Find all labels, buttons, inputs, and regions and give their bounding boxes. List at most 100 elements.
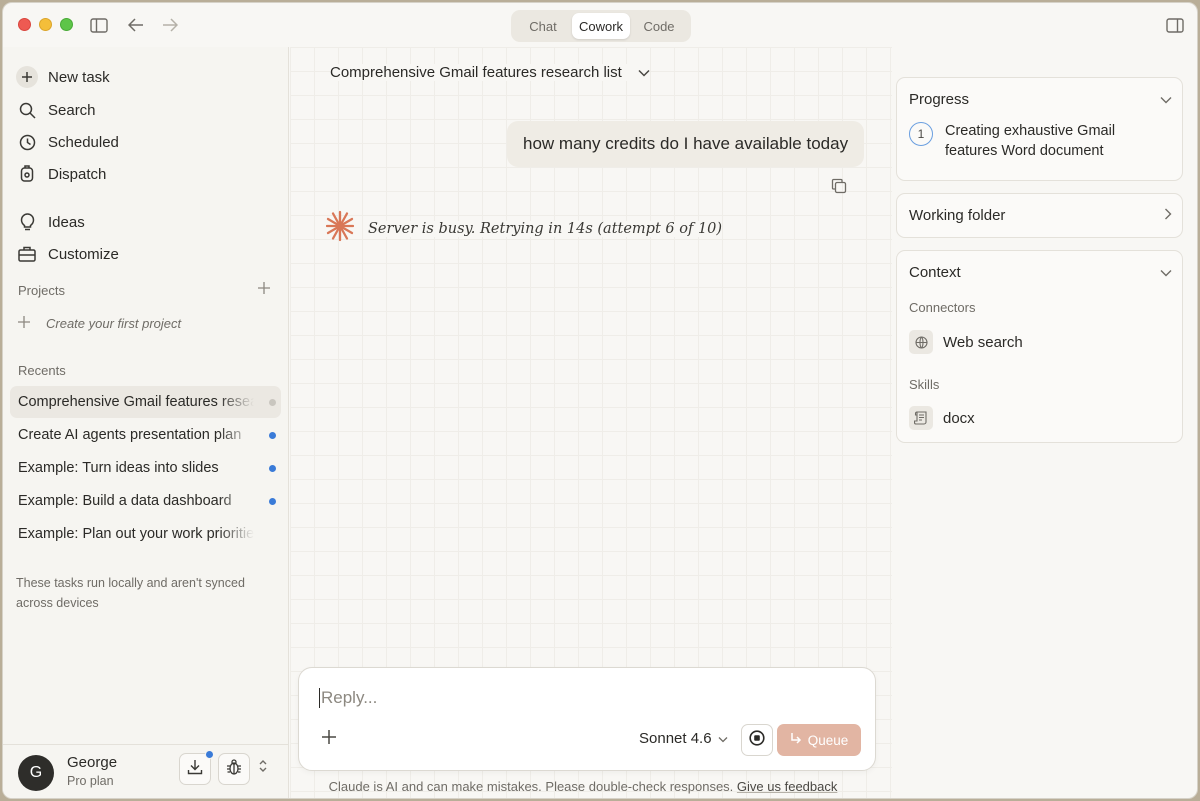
sidebar-item-search[interactable]: Search xyxy=(13,96,279,124)
projects-heading: Projects xyxy=(18,283,65,298)
recent-item[interactable]: Example: Build a data dashboard xyxy=(10,485,281,517)
plus-icon xyxy=(17,315,35,332)
working-folder-card[interactable]: Working folder xyxy=(896,193,1183,238)
sidebar-item-dispatch[interactable]: Dispatch xyxy=(13,160,279,188)
conversation-title-label: Comprehensive Gmail features research li… xyxy=(330,64,622,81)
panel-toggle-icon[interactable] xyxy=(1164,14,1186,36)
context-card: Context Connectors Web search Skills doc… xyxy=(896,250,1183,443)
sidebar-item-scheduled[interactable]: Scheduled xyxy=(13,128,279,156)
recent-item-label: Create AI agents presentation plan xyxy=(18,427,242,443)
tab-code[interactable]: Code xyxy=(630,13,688,39)
claude-spark-icon xyxy=(325,210,355,247)
stop-icon xyxy=(749,729,765,751)
add-project-icon[interactable] xyxy=(257,281,271,300)
step-number-badge: 1 xyxy=(909,122,933,146)
recent-item[interactable]: Example: Plan out your work priorities xyxy=(10,518,281,550)
unread-dot xyxy=(269,432,276,439)
title-bar: Chat Cowork Code xyxy=(3,3,1197,47)
sidebar-item-label: New task xyxy=(48,68,110,86)
app-window: Chat Cowork Code New task Search Schedul… xyxy=(2,2,1198,799)
user-message-bubble: how many credits do I have available tod… xyxy=(507,121,865,167)
recent-item-label: Example: Turn ideas into slides xyxy=(18,460,219,476)
download-icon xyxy=(187,759,203,780)
connectors-heading: Connectors xyxy=(909,300,976,315)
user-name[interactable]: George xyxy=(67,754,117,771)
assistant-status: Server is busy. Retrying in 14s (attempt… xyxy=(325,210,723,247)
sidebar-item-label: Customize xyxy=(48,245,119,263)
recent-item[interactable]: Create AI agents presentation plan xyxy=(10,419,281,451)
chevron-right-icon xyxy=(1164,207,1172,225)
scroll-icon xyxy=(909,406,933,430)
chevron-down-icon[interactable] xyxy=(1160,264,1172,282)
reply-input[interactable] xyxy=(319,688,839,708)
sidebar-toggle-icon[interactable] xyxy=(88,14,110,36)
close-window-button[interactable] xyxy=(18,18,31,31)
maximize-window-button[interactable] xyxy=(60,18,73,31)
sidebar-item-customize[interactable]: Customize xyxy=(13,240,279,268)
sidebar-item-label: Dispatch xyxy=(48,165,107,183)
plus-icon xyxy=(15,65,39,89)
sidebar-item-label: Scheduled xyxy=(48,133,119,151)
search-icon xyxy=(15,98,39,122)
avatar[interactable]: G xyxy=(18,755,54,791)
mode-switcher: Chat Cowork Code xyxy=(511,10,691,42)
briefcase-icon xyxy=(15,242,39,266)
progress-title: Progress xyxy=(909,91,970,108)
queue-label: Queue xyxy=(807,732,849,748)
local-tasks-note: These tasks run locally and aren't synce… xyxy=(16,576,245,610)
stop-button[interactable] xyxy=(741,724,773,756)
skills-heading: Skills xyxy=(909,377,940,392)
model-selector[interactable]: Sonnet 4.6 xyxy=(639,730,728,747)
copy-icon[interactable] xyxy=(831,178,847,199)
recent-item-label: Comprehensive Gmail features research li… xyxy=(18,394,254,410)
disclaimer-text: Claude is AI and can make mistakes. Plea… xyxy=(328,779,734,794)
sidebar-item-label: Search xyxy=(48,101,96,119)
create-project-label: Create your first project xyxy=(46,316,182,331)
forward-arrow-icon[interactable] xyxy=(159,14,181,36)
recent-item-label: Example: Plan out your work priorities xyxy=(18,526,254,542)
back-arrow-icon[interactable] xyxy=(125,14,147,36)
queue-button[interactable]: Queue xyxy=(777,724,861,756)
skill-docx[interactable]: docx xyxy=(909,406,975,430)
chevron-down-icon[interactable] xyxy=(1160,91,1172,109)
debug-button[interactable] xyxy=(218,753,250,785)
user-footer: G George Pro plan xyxy=(3,744,289,798)
skill-label: docx xyxy=(943,409,975,427)
conversation-title[interactable]: Comprehensive Gmail features research li… xyxy=(330,64,650,81)
download-button[interactable] xyxy=(179,750,214,785)
sidebar-item-new-task[interactable]: New task xyxy=(13,63,279,91)
chevron-down-icon xyxy=(718,730,728,747)
reply-composer: Sonnet 4.6 Queue xyxy=(298,667,876,771)
conversation-area: Comprehensive Gmail features research li… xyxy=(290,47,892,798)
connector-web-search[interactable]: Web search xyxy=(909,330,1023,354)
account-menu-chevron-icon[interactable] xyxy=(258,758,268,779)
minimize-window-button[interactable] xyxy=(39,18,52,31)
user-plan: Pro plan xyxy=(67,774,114,788)
notification-dot xyxy=(205,750,214,759)
recent-item[interactable]: Example: Turn ideas into slides xyxy=(10,452,281,484)
sidebar: New task Search Scheduled Dispatch Ideas… xyxy=(3,47,289,798)
step-text: Creating exhaustive Gmail features Word … xyxy=(945,123,1116,159)
recents-heading: Recents xyxy=(18,363,66,378)
progress-card: Progress 1 Creating exhaustive Gmail fea… xyxy=(896,77,1183,181)
working-folder-title: Working folder xyxy=(909,207,1006,224)
create-project-link[interactable]: Create your first project xyxy=(17,315,181,332)
add-attachment-icon[interactable] xyxy=(321,729,337,750)
bug-icon xyxy=(226,758,242,781)
context-title: Context xyxy=(909,264,961,281)
recent-item[interactable]: Comprehensive Gmail features research li… xyxy=(10,386,281,418)
sidebar-item-ideas[interactable]: Ideas xyxy=(13,208,279,236)
globe-icon xyxy=(909,330,933,354)
clock-icon xyxy=(15,130,39,154)
status-dot xyxy=(269,399,276,406)
tab-cowork[interactable]: Cowork xyxy=(572,13,630,39)
unread-dot xyxy=(269,465,276,472)
retry-status-text: Server is busy. Retrying in 14s (attempt… xyxy=(368,220,723,237)
tab-chat[interactable]: Chat xyxy=(514,13,572,39)
recent-item-label: Example: Build a data dashboard xyxy=(18,493,232,509)
lightbulb-icon xyxy=(15,210,39,234)
unread-dot xyxy=(269,498,276,505)
dispatch-icon xyxy=(15,162,39,186)
feedback-link[interactable]: Give us feedback xyxy=(737,779,837,794)
enter-arrow-icon xyxy=(790,732,802,748)
